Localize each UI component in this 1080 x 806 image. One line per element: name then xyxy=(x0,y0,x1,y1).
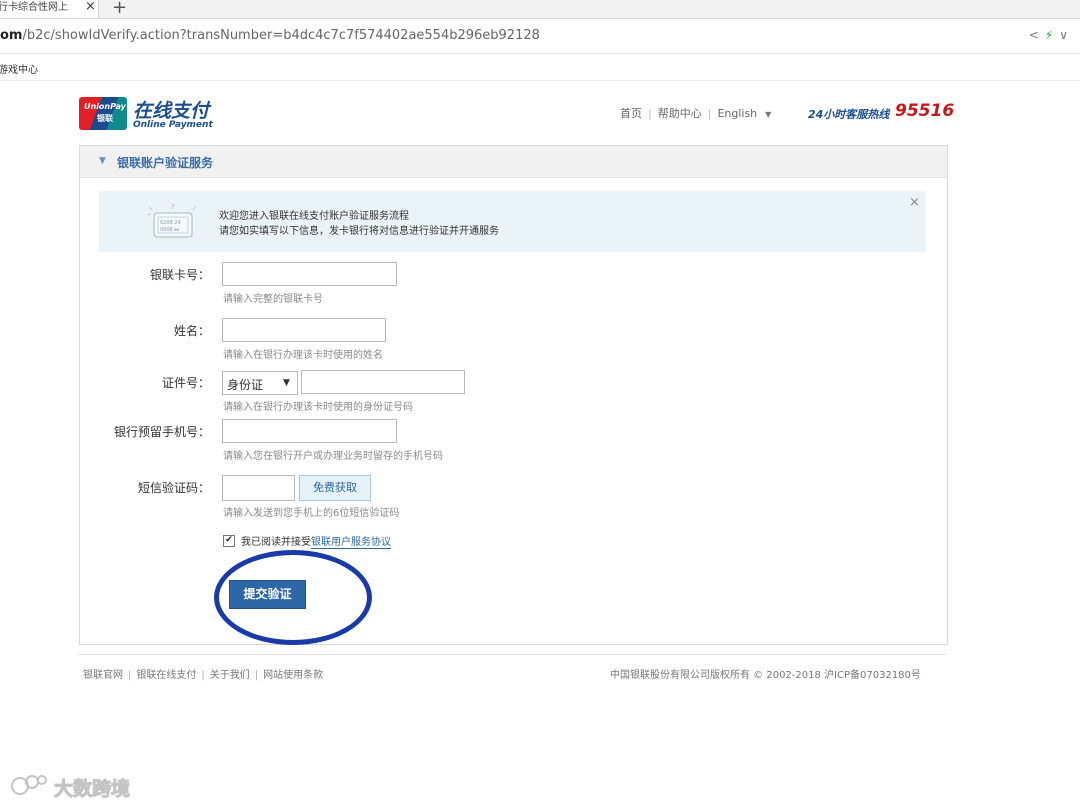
agree-label: 我已阅读并接受 xyxy=(241,537,311,548)
caret-down-icon[interactable]: ▼ xyxy=(765,110,771,119)
url-domain: om xyxy=(0,28,23,43)
name-input[interactable] xyxy=(222,318,386,342)
url-text[interactable]: om/b2c/showIdVerify.action?transNumber=b… xyxy=(0,28,540,43)
card-number-label: 银联卡号： xyxy=(149,268,210,282)
nav-home-link[interactable]: 首页 xyxy=(620,107,642,120)
agree-text: 我已阅读并接受银联用户服务协议 xyxy=(241,533,391,549)
tab-title: 行卡综合性网上 xyxy=(0,2,68,13)
name-label: 姓名： xyxy=(173,324,210,338)
address-bar[interactable]: om/b2c/showIdVerify.action?transNumber=b… xyxy=(0,19,1080,54)
question-mark-text: ? xyxy=(171,203,175,211)
url-path: /b2c/showIdVerify.action?transNumber=b4d… xyxy=(22,28,540,43)
verify-panel: ▼ 银联账户验证服务 6208 24 0808 ▸▸ ? 欢迎您进入银联在线支付… xyxy=(79,145,948,645)
card-number-hint: 请输入完整的银联卡号 xyxy=(223,294,323,305)
footer-link-unionpay[interactable]: 银联官网 xyxy=(83,670,123,681)
notice-line-1: 欢迎您进入银联在线支付账户验证服务流程 xyxy=(219,211,409,222)
hotline-number: 95516 xyxy=(895,101,955,121)
card-number-input[interactable] xyxy=(222,262,397,286)
collapse-triangle-icon[interactable]: ▼ xyxy=(99,156,106,166)
id-type-value: 身份证 xyxy=(227,378,264,392)
logo-yinlian-text: 银联 xyxy=(97,114,113,123)
chevron-down-icon[interactable]: ∨ xyxy=(1059,28,1068,42)
sms-code-hint: 请输入发送到您手机上的6位短信验证码 xyxy=(223,508,400,519)
close-tab-icon[interactable]: × xyxy=(85,0,96,14)
logo-title-en: Online Payment xyxy=(133,120,213,130)
sms-code-label: 短信验证码： xyxy=(137,481,210,495)
service-agreement-link[interactable]: 银联用户服务协议 xyxy=(311,537,391,549)
panel-header[interactable]: ▼ 银联账户验证服务 xyxy=(80,146,947,178)
bookmark-game-center[interactable]: 游戏中心 xyxy=(0,61,38,76)
unionpay-logo[interactable]: UnionPay 银联 xyxy=(79,97,127,130)
panel-title: 银联账户验证服务 xyxy=(117,156,214,170)
footer-link-terms[interactable]: 网站使用条款 xyxy=(263,670,323,681)
browser-tab[interactable]: 行卡综合性网上 × xyxy=(0,0,99,18)
close-icon[interactable]: × xyxy=(909,195,920,210)
phone-hint: 请输入您在银行开户或办理业务时留存的手机号码 xyxy=(223,451,443,462)
card-number-text: 6208 24 xyxy=(160,220,181,226)
hotline-label: 24小时客服热线 xyxy=(808,108,890,121)
watermark-logo-icon xyxy=(11,775,47,795)
name-hint: 请输入在银行办理该卡时使用的姓名 xyxy=(223,350,383,361)
nav-separator: | xyxy=(648,107,652,120)
bookmarks-bar: 游戏中心 xyxy=(0,54,1080,81)
sms-code-input[interactable] xyxy=(222,475,295,501)
nav-language-selector[interactable]: English xyxy=(717,107,757,120)
footer-separator: | xyxy=(128,670,132,681)
id-type-select[interactable]: 身份证 ▼ xyxy=(222,371,298,395)
nav-help-link[interactable]: 帮助中心 xyxy=(658,107,702,120)
footer-divider xyxy=(79,654,946,655)
tab-strip: 行卡综合性网上 × + xyxy=(0,0,1080,19)
submit-verify-button[interactable]: 提交验证 xyxy=(229,580,306,609)
footer-links: 银联官网 | 银联在线支付 | 关于我们 | 网站使用条款 xyxy=(83,666,323,681)
card-number-text-2: 0808 ▸▸ xyxy=(160,227,180,233)
notice-line-2: 请您如实填写以下信息，发卡银行将对信息进行验证并开通服务 xyxy=(219,226,499,237)
copyright-text: 中国银联股份有限公司版权所有 © 2002-2018 沪ICP备07032180… xyxy=(610,670,921,681)
dropdown-arrow-icon: ▼ xyxy=(283,378,290,388)
card-illustration-icon: 6208 24 0808 ▸▸ ? xyxy=(147,203,197,238)
footer-separator: | xyxy=(254,670,259,681)
logo-unionpay-text: UnionPay xyxy=(84,102,126,111)
address-bar-icons: < ⚡ ∨ xyxy=(1029,28,1068,42)
new-tab-button[interactable]: + xyxy=(112,0,127,18)
footer-link-online-payment[interactable]: 银联在线支付 xyxy=(136,670,196,681)
id-hint: 请输入在银行办理该卡时使用的身份证号码 xyxy=(223,402,413,413)
top-nav: 首页 | 帮助中心 | English ▼ xyxy=(620,105,771,121)
agree-checkbox[interactable]: ✔ xyxy=(223,535,235,547)
logo-title-cn: 在线支付 xyxy=(133,100,210,122)
footer-separator: | xyxy=(201,670,205,681)
welcome-notice: 6208 24 0808 ▸▸ ? 欢迎您进入银联在线支付账户验证服务流程 请您… xyxy=(99,191,925,252)
id-label: 证件号： xyxy=(161,376,210,390)
id-number-input[interactable] xyxy=(301,370,465,394)
watermark-text: 大数跨境 xyxy=(53,778,131,801)
get-sms-code-button[interactable]: 免费获取 xyxy=(299,475,371,501)
watermark: 大数跨境 xyxy=(8,772,148,801)
footer-link-about[interactable]: 关于我们 xyxy=(210,670,250,681)
phone-input[interactable] xyxy=(222,419,397,443)
nav-separator: | xyxy=(707,107,712,120)
share-icon[interactable]: < xyxy=(1029,28,1039,42)
phone-label: 银行预留手机号： xyxy=(113,425,210,439)
lightning-icon[interactable]: ⚡ xyxy=(1045,28,1053,42)
